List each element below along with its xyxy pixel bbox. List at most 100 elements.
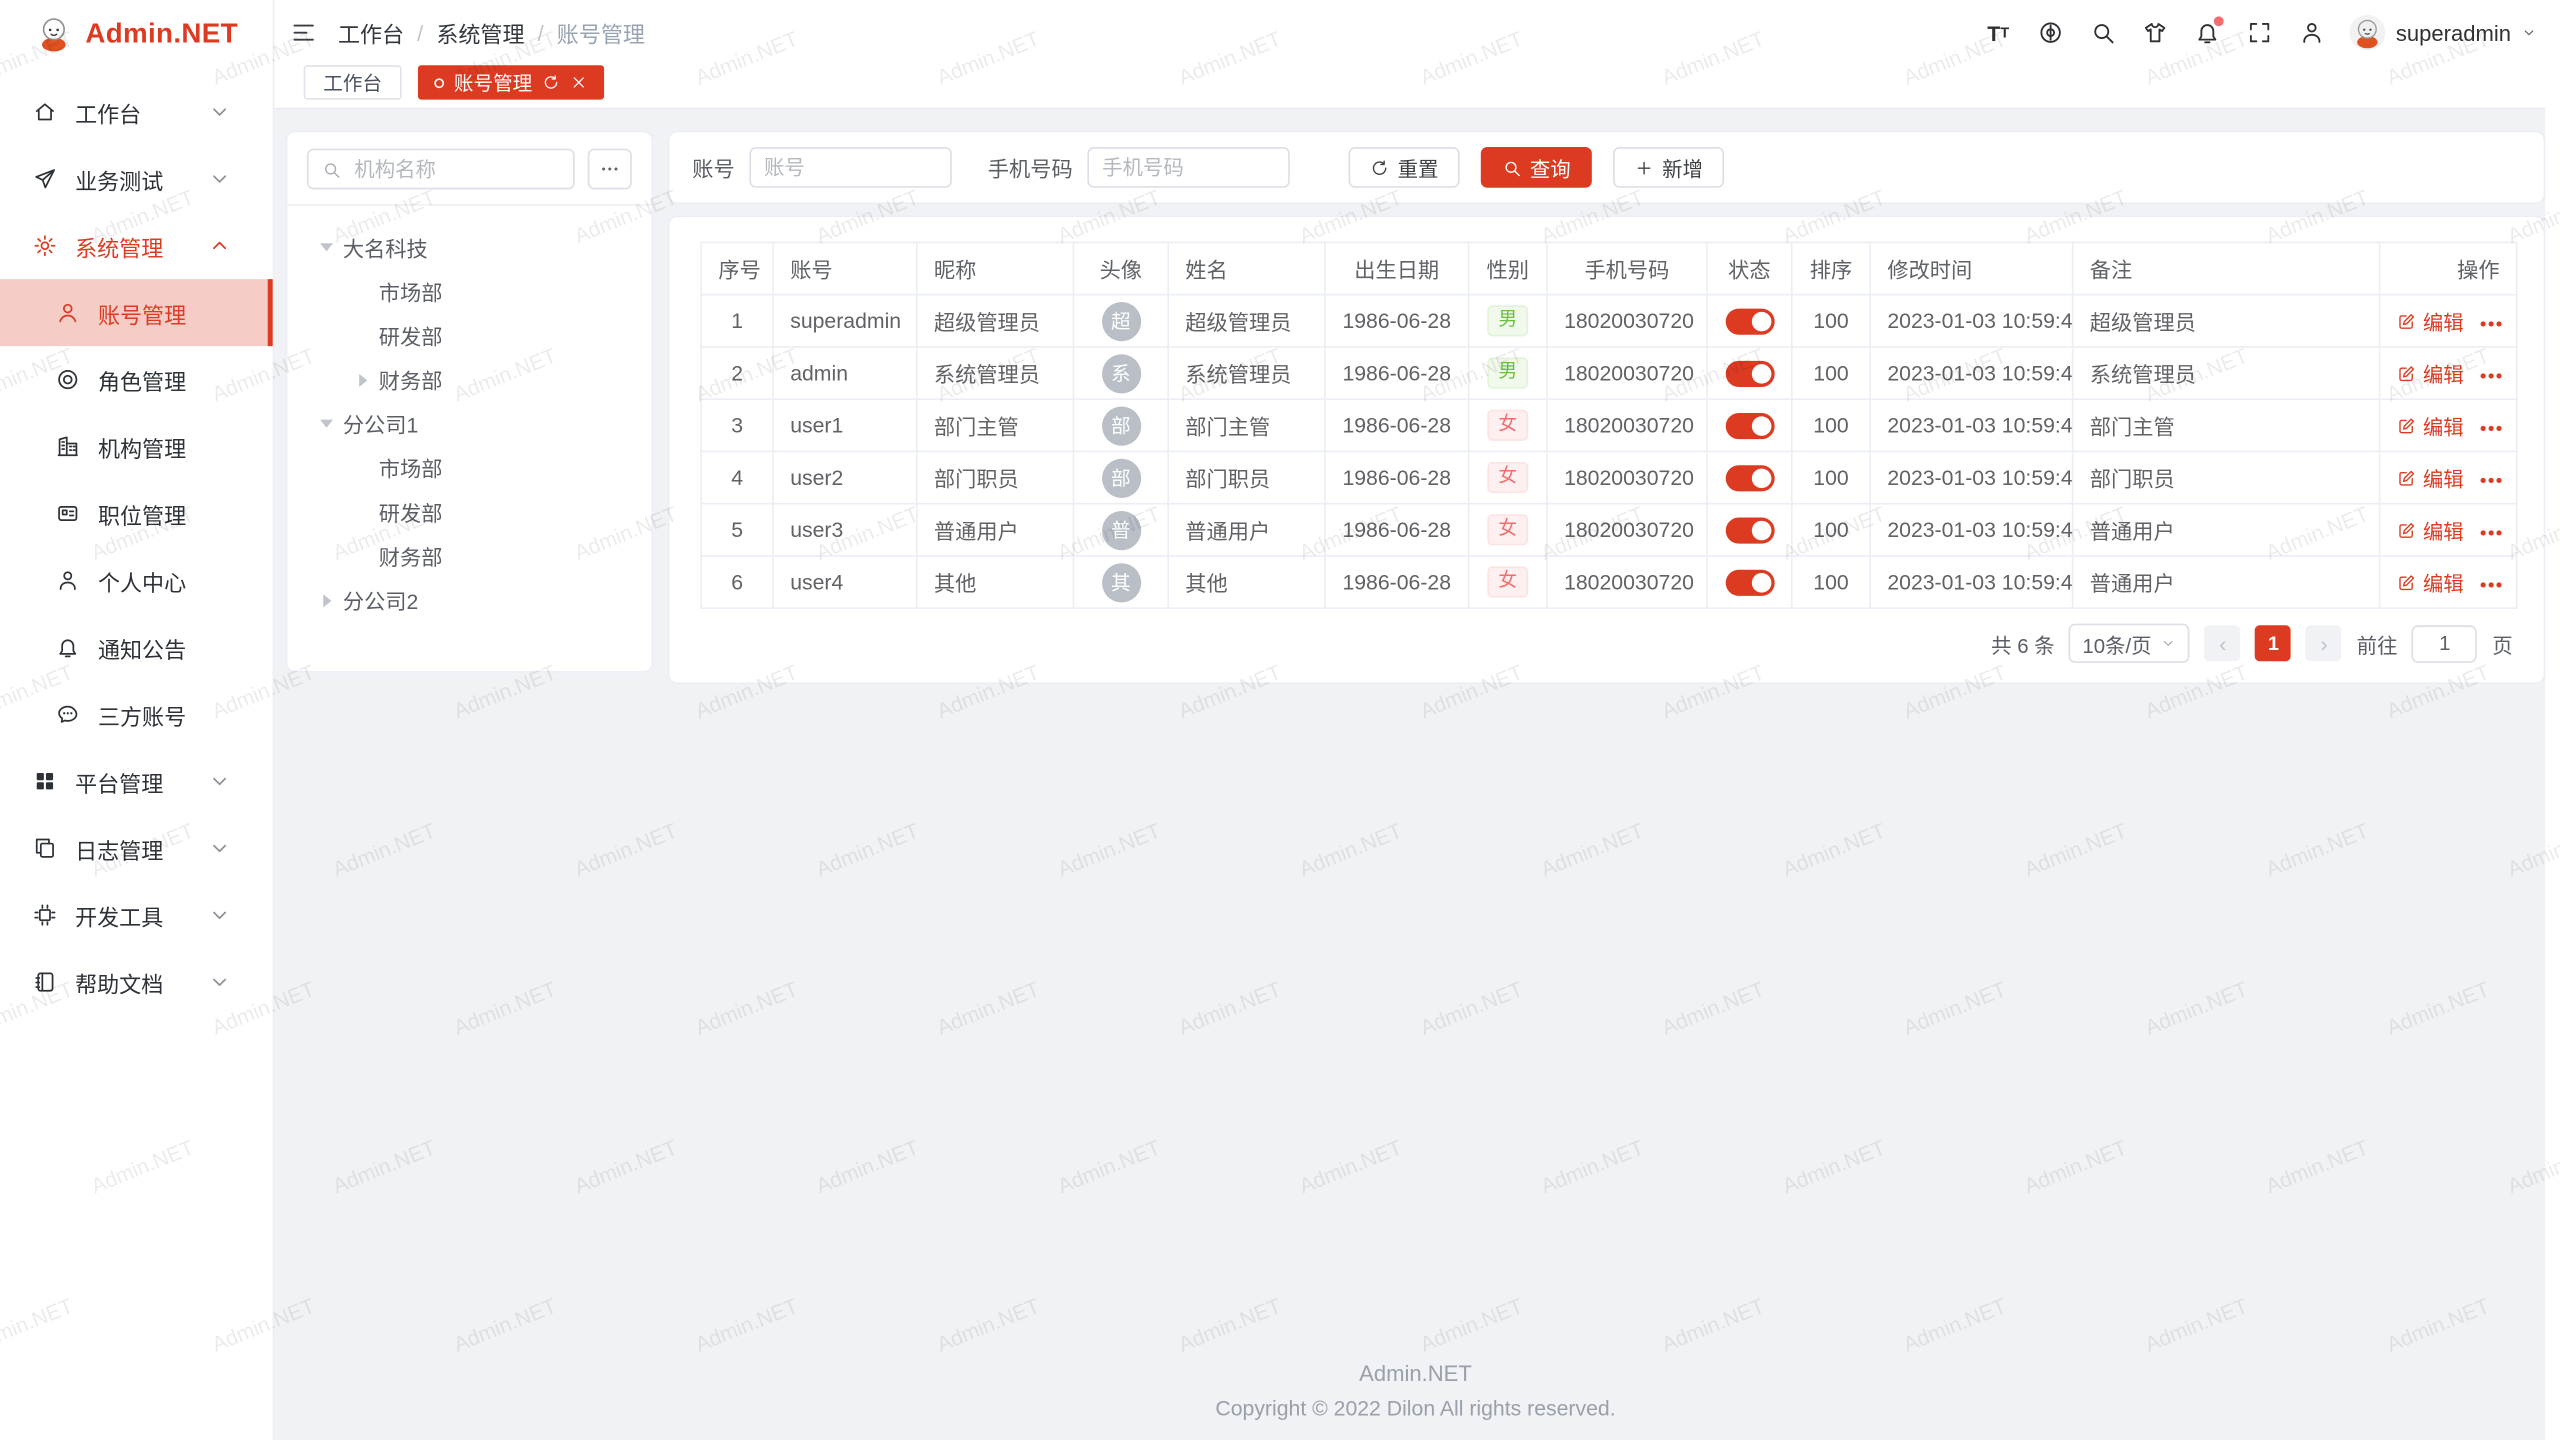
tree-node-财务部[interactable]: 财务部: [300, 534, 638, 578]
row-avatar: 普: [1101, 510, 1140, 549]
sidebar-item-business-test[interactable]: 业务测试: [0, 145, 273, 212]
org-search-input[interactable]: [351, 156, 560, 182]
status-toggle[interactable]: [1725, 465, 1774, 491]
edit-button[interactable]: 编辑: [2397, 567, 2464, 598]
goto-page-input[interactable]: [2412, 624, 2477, 662]
tab-账号管理[interactable]: 账号管理: [418, 65, 604, 99]
tab-工作台[interactable]: 工作台: [304, 65, 402, 99]
sidebar-item-label: 平台管理: [75, 765, 163, 798]
sidebar-item-log-mgmt[interactable]: 日志管理: [0, 815, 273, 882]
tree-node-分公司2[interactable]: 分公司2: [300, 578, 638, 622]
tab-close-icon[interactable]: [570, 73, 588, 91]
sidebar-item-role-mgmt[interactable]: 角色管理: [0, 346, 273, 413]
org-tree-more-button[interactable]: [588, 149, 632, 190]
tab-refresh-icon[interactable]: [542, 73, 560, 91]
status-toggle[interactable]: [1725, 308, 1774, 334]
edit-button[interactable]: 编辑: [2397, 410, 2464, 441]
cell-name: 超级管理员: [1168, 295, 1325, 347]
add-button[interactable]: 新增: [1613, 147, 1724, 188]
user-avatar[interactable]: [2350, 15, 2386, 51]
sidebar-item-dev-tools[interactable]: 开发工具: [0, 882, 273, 949]
edit-button[interactable]: 编辑: [2397, 462, 2464, 493]
menu-collapse-icon[interactable]: [291, 20, 317, 46]
tree-caret-icon[interactable]: [353, 370, 373, 390]
next-page-button[interactable]: ›: [2306, 625, 2342, 661]
edit-button[interactable]: 编辑: [2397, 305, 2464, 336]
cell-nickname: 部门主管: [917, 399, 1074, 451]
row-more-button[interactable]: •••: [2480, 315, 2504, 335]
sidebar-item-system-mgmt[interactable]: 系统管理: [0, 212, 273, 279]
breadcrumb-item[interactable]: 系统管理: [436, 16, 524, 49]
edit-icon: [2397, 311, 2417, 331]
sidebar-item-platform-mgmt[interactable]: 平台管理: [0, 748, 273, 815]
position-icon: [56, 501, 80, 525]
tree-node-label: 市场部: [379, 452, 443, 483]
profile-icon[interactable]: [2298, 19, 2326, 47]
fullscreen-icon[interactable]: [2246, 19, 2274, 47]
row-more-button[interactable]: •••: [2480, 420, 2504, 440]
status-toggle[interactable]: [1725, 413, 1774, 439]
row-avatar: 其: [1101, 562, 1140, 601]
edit-button[interactable]: 编辑: [2397, 358, 2464, 389]
tree-node-研发部[interactable]: 研发部: [300, 313, 638, 357]
tree-node-研发部[interactable]: 研发部: [300, 490, 638, 534]
language-icon[interactable]: [2037, 19, 2065, 47]
cell-index: 4: [701, 451, 773, 503]
status-toggle[interactable]: [1725, 569, 1774, 595]
account-filter-input[interactable]: [749, 147, 951, 188]
tree-node-市场部[interactable]: 市场部: [300, 446, 638, 490]
page-size-select[interactable]: 10条/页: [2069, 624, 2190, 663]
row-more-button[interactable]: •••: [2480, 472, 2504, 492]
row-more-button[interactable]: •••: [2480, 367, 2504, 387]
prev-page-button[interactable]: ‹: [2205, 625, 2241, 661]
edit-button[interactable]: 编辑: [2397, 514, 2464, 545]
cell-gender: 女: [1469, 504, 1547, 556]
breadcrumb-item[interactable]: 工作台: [338, 16, 404, 49]
pagination-total: 共 6 条: [1991, 628, 2055, 659]
chat-icon: [56, 702, 80, 726]
edit-icon: [2397, 363, 2417, 383]
row-more-button[interactable]: •••: [2480, 576, 2504, 596]
row-more-button[interactable]: •••: [2480, 524, 2504, 544]
tree-node-财务部[interactable]: 财务部: [300, 358, 638, 402]
sidebar-item-notice[interactable]: 通知公告: [0, 614, 273, 681]
scrollbar[interactable]: [2545, 0, 2560, 1440]
tree-caret-icon[interactable]: [317, 414, 337, 434]
goto-label: 前往: [2357, 628, 2398, 659]
notification-icon[interactable]: [2193, 19, 2221, 47]
org-tree-search-row: [287, 132, 651, 205]
cell-ops: 编辑 •••: [2380, 556, 2517, 608]
sidebar-item-third-account[interactable]: 三方账号: [0, 681, 273, 748]
tree-caret-icon[interactable]: [317, 590, 337, 610]
tree-node-市场部[interactable]: 市场部: [300, 269, 638, 313]
content: 大名科技市场部研发部财务部分公司1市场部研发部财务部分公司2 账号 手机号码 重…: [274, 109, 2560, 1440]
sidebar-item-label: 系统管理: [75, 229, 163, 262]
notification-badge-dot: [2215, 16, 2225, 26]
cell-modified: 2023-01-03 10:59:44: [1870, 556, 2072, 608]
sidebar-item-profile-center[interactable]: 个人中心: [0, 547, 273, 614]
font-size-icon[interactable]: TT: [1984, 19, 2012, 47]
gender-badge: 男: [1487, 357, 1529, 389]
reset-button[interactable]: 重置: [1349, 147, 1460, 188]
sidebar-item-position-mgmt[interactable]: 职位管理: [0, 480, 273, 547]
cell-status: [1707, 504, 1792, 556]
search-icon[interactable]: [2089, 19, 2117, 47]
tree-node-大名科技[interactable]: 大名科技: [300, 225, 638, 269]
query-button[interactable]: 查询: [1481, 147, 1592, 188]
sidebar-item-help-docs[interactable]: 帮助文档: [0, 949, 273, 1016]
tree-caret-icon[interactable]: [317, 238, 337, 258]
cell-name: 其他: [1168, 556, 1325, 608]
cell-name: 部门主管: [1168, 399, 1325, 451]
user-menu[interactable]: superadmin: [2350, 15, 2537, 51]
sidebar-item-account-mgmt[interactable]: 账号管理: [0, 279, 273, 346]
status-toggle[interactable]: [1725, 360, 1774, 386]
submenu-system-mgmt: 账号管理角色管理机构管理职位管理个人中心通知公告三方账号: [0, 279, 273, 748]
theme-icon[interactable]: [2141, 19, 2169, 47]
current-page-button[interactable]: 1: [2255, 625, 2291, 661]
sidebar-item-org-mgmt[interactable]: 机构管理: [0, 413, 273, 480]
status-toggle[interactable]: [1725, 517, 1774, 543]
phone-filter-input[interactable]: [1087, 147, 1289, 188]
tree-node-label: 财务部: [379, 540, 443, 571]
tree-node-分公司1[interactable]: 分公司1: [300, 402, 638, 446]
sidebar-item-workbench[interactable]: 工作台: [0, 78, 273, 145]
